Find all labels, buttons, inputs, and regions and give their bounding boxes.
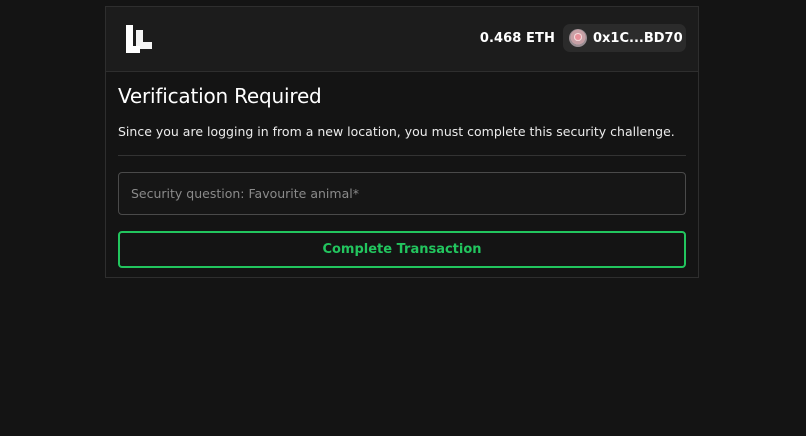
- eth-balance: 0.468 ETH: [479, 31, 555, 46]
- brand-logo-icon[interactable]: [126, 25, 152, 53]
- card-body: Verification Required Since you are logg…: [106, 84, 698, 268]
- wallet-address: 0x1C...BD70: [593, 30, 683, 46]
- divider: [118, 155, 686, 156]
- complete-transaction-button[interactable]: Complete Transaction: [118, 231, 686, 268]
- security-question-input[interactable]: [129, 185, 675, 202]
- page-title: Verification Required: [118, 84, 322, 108]
- security-question-field[interactable]: [118, 172, 686, 215]
- wallet-avatar-icon: [569, 29, 587, 47]
- verification-card: 0.468 ETH 0x1C...BD70 Verification Requi…: [105, 6, 699, 278]
- header: 0.468 ETH 0x1C...BD70: [106, 7, 698, 72]
- wallet-button[interactable]: 0x1C...BD70: [563, 24, 686, 52]
- security-message: Since you are logging in from a new loca…: [118, 124, 675, 139]
